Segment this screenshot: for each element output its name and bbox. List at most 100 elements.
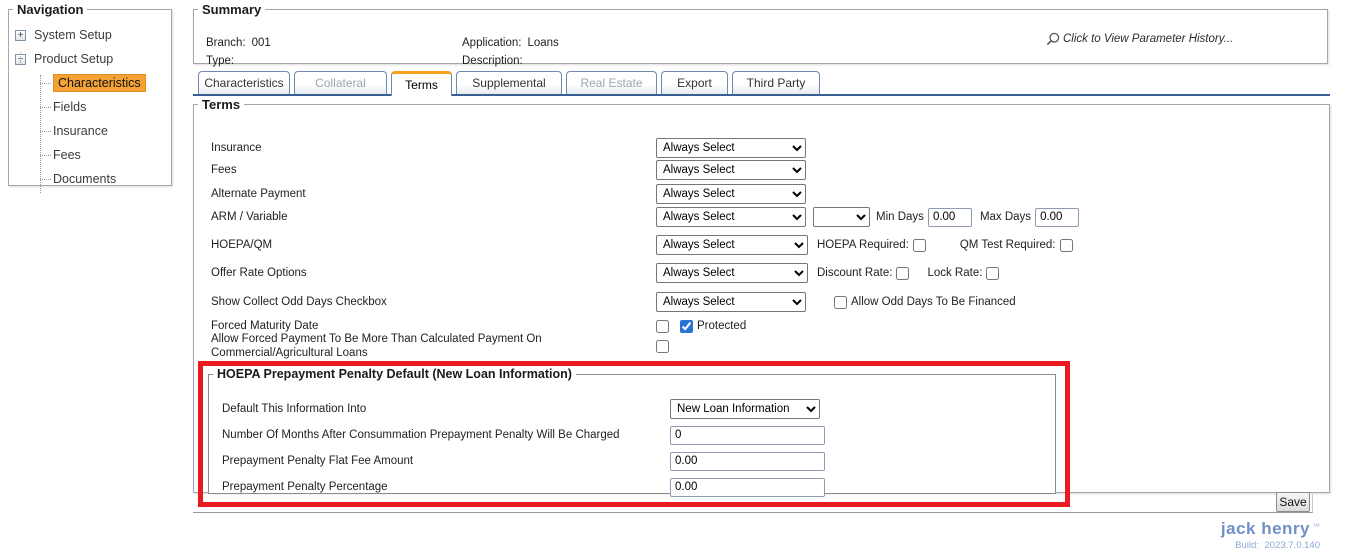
- show-collect-odd-days-select[interactable]: Always Select: [656, 292, 806, 312]
- max-days-input[interactable]: [1035, 207, 1080, 227]
- flat-fee-amount-input[interactable]: [670, 451, 825, 471]
- row-offer-rate-options: Offer Rate Options Always Select Discoun…: [211, 263, 1321, 283]
- type-label: Type:: [206, 55, 235, 67]
- nav-item-characteristics[interactable]: Characteristics: [40, 71, 171, 95]
- tab-characteristics[interactable]: Characteristics: [198, 71, 290, 94]
- lock-rate-label: Lock Rate:: [927, 267, 983, 279]
- hoepa-prepayment-section: HOEPA Prepayment Penalty Default (New Lo…: [208, 367, 1056, 497]
- min-days-input[interactable]: [927, 207, 972, 227]
- terms-section: Terms Insurance Always Select Fees Alway…: [193, 97, 1330, 507]
- build-version: Build: 2023.7.0.140: [1221, 540, 1320, 551]
- alternate-payment-select[interactable]: Always Select: [656, 184, 806, 204]
- forced-maturity-checkbox[interactable]: [656, 319, 669, 333]
- tree-expand-icon[interactable]: +: [15, 29, 26, 41]
- row-allow-forced-payment: Allow Forced Payment To Be More Than Cal…: [211, 332, 1321, 360]
- terms-legend: Terms: [202, 97, 241, 112]
- build-value: 2023.7.0.140: [1264, 540, 1320, 551]
- summary-type: Type:: [206, 55, 240, 67]
- arm-secondary-select[interactable]: [813, 207, 870, 227]
- tab-strip: Characteristics Collateral Terms Supplem…: [193, 71, 1330, 96]
- allow-forced-payment-checkbox[interactable]: [656, 339, 669, 353]
- nav-item-insurance[interactable]: Insurance: [40, 119, 171, 143]
- row-arm-variable: ARM / Variable Always Select Min Days Ma…: [211, 207, 1321, 227]
- row-hoepa-qm: HOEPA/QM Always Select HOEPA Required: Q…: [211, 235, 1321, 255]
- nav-item-product-setup[interactable]: − Product Setup: [9, 47, 171, 71]
- default-into-label: Default This Information Into: [222, 403, 367, 415]
- save-button[interactable]: Save: [1276, 492, 1310, 512]
- tree-connector-line: [40, 75, 41, 193]
- summary-description: Description:: [462, 55, 529, 67]
- nav-item-system-setup[interactable]: + System Setup: [9, 23, 171, 47]
- tab-export[interactable]: Export: [661, 71, 728, 94]
- tree-connector-line: [20, 52, 21, 65]
- nav-item-label[interactable]: Documents: [53, 172, 116, 186]
- summary-section: Summary Branch: 001 Type: Application: L…: [193, 2, 1328, 67]
- arm-variable-select[interactable]: Always Select: [656, 207, 806, 227]
- max-days-label: Max Days: [979, 211, 1032, 223]
- parameter-history-link[interactable]: Click to View Parameter History...: [1045, 31, 1233, 47]
- nav-item-label[interactable]: Product Setup: [34, 52, 113, 66]
- build-label: Build:: [1235, 540, 1259, 551]
- months-after-consummation-label: Number Of Months After Consummation Prep…: [222, 429, 620, 441]
- nav-item-label[interactable]: Fees: [53, 148, 81, 162]
- application-label: Application:: [462, 37, 522, 49]
- allow-forced-payment-label: Allow Forced Payment To Be More Than Cal…: [211, 332, 542, 359]
- highlight-box-red: HOEPA Prepayment Penalty Default (New Lo…: [198, 361, 1070, 507]
- protected-checkbox[interactable]: [680, 319, 693, 333]
- row-default-into: Default This Information Into New Loan I…: [222, 399, 1049, 419]
- hoepa-qm-label: HOEPA/QM: [211, 238, 273, 251]
- summary-legend: Summary: [202, 2, 262, 17]
- nav-item-fields[interactable]: Fields: [40, 95, 171, 119]
- qm-test-required-checkbox[interactable]: [1059, 238, 1073, 252]
- hoepa-required-checkbox[interactable]: [912, 238, 926, 252]
- tab-third-party[interactable]: Third Party: [732, 71, 820, 94]
- summary-branch: Branch: 001: [206, 37, 271, 49]
- tab-terms[interactable]: Terms: [391, 71, 452, 96]
- search-icon: [1046, 32, 1060, 46]
- insurance-label: Insurance: [211, 141, 262, 154]
- hoepa-prepayment-legend: HOEPA Prepayment Penalty Default (New Lo…: [217, 367, 572, 381]
- trademark-symbol: ™: [1312, 522, 1320, 531]
- tab-real-estate: Real Estate: [566, 71, 657, 94]
- nav-item-label[interactable]: Fields: [53, 100, 86, 114]
- months-after-consummation-input[interactable]: [670, 425, 825, 445]
- parameter-history-label[interactable]: Click to View Parameter History...: [1063, 33, 1233, 45]
- nav-item-label-selected[interactable]: Characteristics: [53, 74, 146, 92]
- nav-item-documents[interactable]: Documents: [40, 167, 171, 191]
- arm-variable-label: ARM / Variable: [211, 210, 288, 223]
- lock-rate-checkbox[interactable]: [986, 266, 1000, 280]
- hoepa-required-label: HOEPA Required:: [817, 239, 909, 251]
- fees-select[interactable]: Always Select: [656, 160, 806, 180]
- row-flat-fee-amount: Prepayment Penalty Flat Fee Amount: [222, 451, 1049, 471]
- default-into-select[interactable]: New Loan Information: [670, 399, 820, 419]
- row-alternate-payment: Alternate Payment Always Select: [211, 184, 1321, 204]
- flat-fee-amount-label: Prepayment Penalty Flat Fee Amount: [222, 455, 414, 467]
- fees-label: Fees: [211, 163, 237, 176]
- row-show-collect-odd-days: Show Collect Odd Days Checkbox Always Se…: [211, 292, 1321, 312]
- min-days-label: Min Days: [876, 211, 924, 223]
- navigation-panel: Navigation + System Setup − Product Setu…: [8, 2, 172, 193]
- show-collect-odd-days-label: Show Collect Odd Days Checkbox: [211, 295, 387, 308]
- branch-label: Branch:: [206, 37, 246, 49]
- hoepa-qm-select[interactable]: Always Select: [656, 235, 808, 255]
- insurance-select[interactable]: Always Select: [656, 138, 806, 158]
- discount-rate-label: Discount Rate:: [817, 267, 893, 279]
- nav-item-label[interactable]: Insurance: [53, 124, 108, 138]
- nav-item-fees[interactable]: Fees: [40, 143, 171, 167]
- discount-rate-checkbox[interactable]: [896, 266, 910, 280]
- row-fees: Fees Always Select: [211, 160, 1321, 180]
- offer-rate-options-label: Offer Rate Options: [211, 266, 307, 279]
- row-months-after-consummation: Number Of Months After Consummation Prep…: [222, 425, 1049, 445]
- row-insurance: Insurance Always Select: [211, 138, 1321, 158]
- offer-rate-select[interactable]: Always Select: [656, 263, 808, 283]
- odd-days-financed-checkbox[interactable]: [834, 295, 847, 309]
- description-label: Description:: [462, 55, 523, 67]
- application-value: Loans: [527, 37, 559, 49]
- tab-supplemental[interactable]: Supplemental: [456, 71, 562, 94]
- qm-test-required-label: QM Test Required:: [959, 239, 1056, 251]
- branding-footer: jack henry ™ Build: 2023.7.0.140: [1221, 519, 1320, 551]
- branch-value: 001: [251, 37, 271, 49]
- nav-item-label[interactable]: System Setup: [34, 28, 112, 42]
- action-bar: Save: [193, 492, 1313, 513]
- jack-henry-logo: jack henry: [1220, 519, 1310, 538]
